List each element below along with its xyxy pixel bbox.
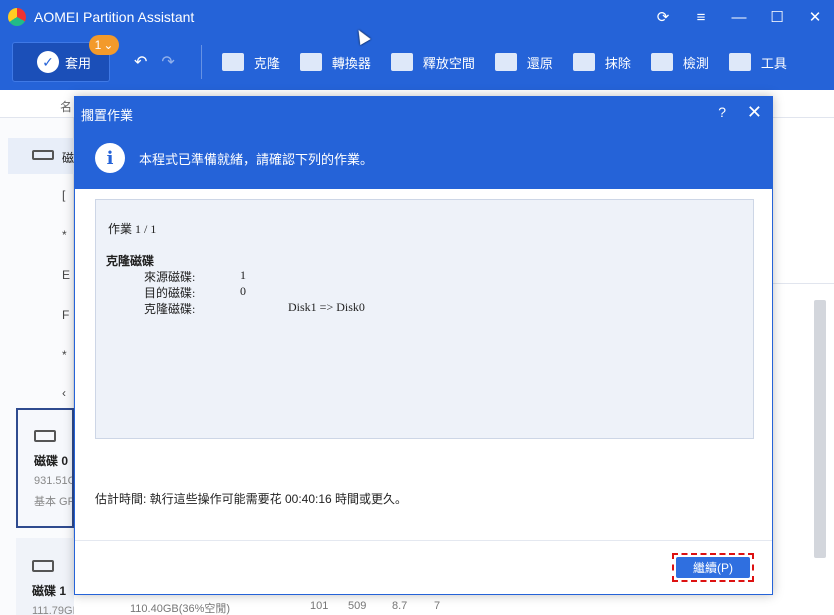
partition-letter: * [62, 348, 67, 362]
wipe-icon [572, 53, 595, 71]
toolbar-convert[interactable]: 轉換器 [299, 53, 371, 72]
toolbar-clone[interactable]: 克隆 [221, 53, 280, 72]
disk0-type: 基本 GP [34, 496, 72, 508]
partition-value: 101 [310, 600, 329, 612]
toolbar-clone-label: 克隆 [253, 55, 280, 71]
pending-count: 1 [94, 38, 102, 52]
column-header-name: 名 [60, 100, 73, 114]
toolbar-tools[interactable]: 工具 [728, 53, 787, 72]
toolbar-free-space-label: 釋放空間 [422, 55, 475, 71]
operation-name: 克隆磁碟 [106, 254, 155, 268]
field-key: 克隆磁碟: [144, 302, 196, 316]
partition-letter: * [62, 228, 67, 242]
refresh-icon[interactable]: ⟳ [654, 8, 672, 26]
toolbar-free-space[interactable]: 釋放空間 [390, 53, 475, 72]
toolbar-restore[interactable]: 還原 [494, 53, 553, 72]
windows-disk-icon [32, 560, 54, 572]
continue-button-highlight: 繼續(P) [672, 553, 754, 582]
convert-icon [299, 53, 322, 71]
partition-value: 509 [348, 600, 367, 612]
test-icon [650, 53, 673, 71]
apply-label: 套用 [65, 55, 92, 71]
disk0-card[interactable]: 磁碟 0 931.51G 基本 GP [16, 408, 74, 528]
disk0-size: 931.51G [34, 475, 72, 487]
toolbar-wipe[interactable]: 抹除 [572, 53, 631, 72]
disk1-size: 111.79GB [32, 605, 74, 615]
info-text: 本程式已準備就緒，請確認下列的作業。 [139, 151, 374, 167]
toolbar-tools-label: 工具 [760, 55, 787, 71]
toolbar-restore-label: 還原 [526, 55, 553, 71]
disk0-name: 磁碟 0 [34, 454, 69, 468]
disk-icon [34, 430, 56, 442]
partition-letter: [ [62, 188, 66, 202]
toolbar: ✓ 套用 1 ⌄ ↶ ↷ 克隆 轉換器 釋放空間 還原 抹除 檢測 工具 [0, 34, 834, 90]
operation-count: 作業 1 / 1 [108, 222, 157, 236]
dialog-title-bar: 擱置作業 ? ✕ [75, 97, 772, 127]
help-icon[interactable]: ? [718, 104, 726, 120]
toolbar-convert-label: 轉換器 [331, 55, 371, 71]
app-title: AOMEI Partition Assistant [34, 9, 195, 25]
window-controls: ⟳ ≡ — ☐ ✕ [654, 0, 824, 34]
disk1-card[interactable]: 磁碟 1 111.79GB [16, 538, 74, 615]
dialog-title: 擱置作業 [81, 108, 134, 123]
partition-letter: F [62, 308, 70, 322]
scrollbar[interactable] [814, 300, 826, 558]
redo-icon[interactable]: ↷ [161, 52, 174, 72]
partition-row: 110.40GB(36%空閒) 101 509 8.7 7 [74, 595, 814, 615]
field-value: 1 [240, 268, 246, 282]
app-logo-icon [8, 8, 26, 26]
maximize-icon[interactable]: ☐ [768, 8, 786, 26]
toolbar-divider [200, 45, 202, 79]
disk1-name: 磁碟 1 [32, 584, 67, 598]
pending-count-badge: 1 ⌄ [89, 35, 119, 55]
clone-icon [221, 53, 244, 71]
pending-operations-dialog: 擱置作業 ? ✕ i 本程式已準備就緒，請確認下列的作業。 作業 1 / 1 克… [74, 96, 773, 595]
check-icon: ✓ [37, 51, 59, 73]
field-key: 目的磁碟: [144, 286, 196, 300]
partition-value: 8.7 [392, 600, 408, 612]
disk-icon [32, 150, 54, 160]
dialog-divider [75, 540, 772, 541]
disk-row-selected[interactable]: 磁 [8, 138, 74, 174]
field-key: 來源磁碟: [144, 270, 196, 284]
apply-button[interactable]: ✓ 套用 1 ⌄ [12, 35, 119, 82]
field-value: Disk1 => Disk0 [288, 300, 365, 314]
divider [773, 283, 834, 284]
toolbar-test-label: 檢測 [682, 55, 709, 71]
undo-icon[interactable]: ↶ [134, 52, 147, 72]
estimated-time: 估計時間: 執行這些操作可能需要花 00:40:16 時間或更久。 [95, 492, 408, 506]
title-bar: AOMEI Partition Assistant ⟳ ≡ — ☐ ✕ [0, 0, 834, 34]
field-value: 0 [240, 284, 246, 298]
partition-letter: ‹ [62, 386, 66, 400]
operations-list: 作業 1 / 1 克隆磁碟 來源磁碟: 1 目的磁碟: 0 克隆磁碟: Disk… [95, 199, 754, 439]
undo-redo-group: ↶ ↷ [134, 52, 175, 72]
restore-icon [494, 53, 517, 71]
partition-value: 7 [434, 600, 441, 612]
close-window-icon[interactable]: ✕ [806, 8, 824, 26]
continue-button[interactable]: 繼續(P) [676, 557, 750, 578]
chevron-down-icon: ⌄ [103, 38, 114, 52]
close-dialog-icon[interactable]: ✕ [747, 102, 762, 123]
minimize-icon[interactable]: — [730, 9, 748, 26]
tools-icon [728, 53, 751, 71]
toolbar-wipe-label: 抹除 [604, 55, 631, 71]
partition-free-space: 110.40GB(36%空閒) [130, 603, 231, 615]
disk-row-label: 磁 [62, 151, 75, 165]
info-banner: i 本程式已準備就緒，請確認下列的作業。 [75, 127, 772, 189]
info-icon: i [95, 143, 125, 173]
free-space-icon [390, 53, 413, 71]
toolbar-test[interactable]: 檢測 [650, 53, 709, 72]
partition-letter: E [62, 268, 71, 282]
menu-icon[interactable]: ≡ [692, 9, 710, 26]
